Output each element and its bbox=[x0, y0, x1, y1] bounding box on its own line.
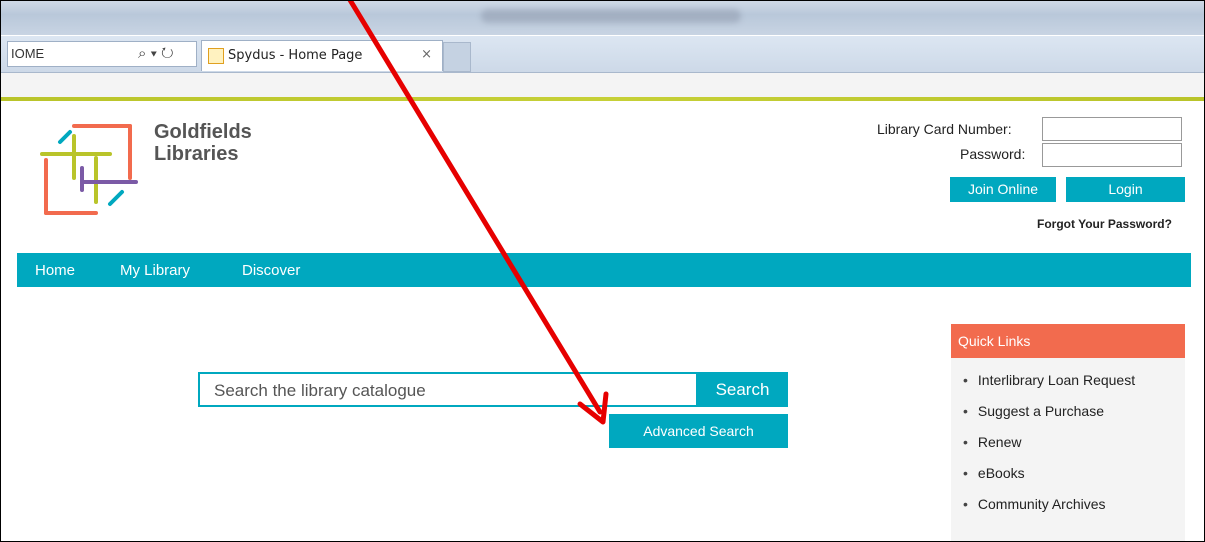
password-label: Password: bbox=[960, 146, 1026, 162]
address-bar-area: IOME ⌕ ▾ ↻ Spydus - Home Page × bbox=[1, 36, 1204, 73]
window-titlebar bbox=[1, 1, 1204, 35]
card-number-input[interactable] bbox=[1042, 117, 1182, 141]
goldfields-logo-icon bbox=[40, 124, 138, 215]
search-button[interactable]: Search bbox=[697, 372, 788, 407]
close-icon[interactable]: × bbox=[421, 47, 432, 62]
nav-item-my-library[interactable]: My Library bbox=[120, 262, 190, 279]
brand-line-2: Libraries bbox=[154, 143, 239, 165]
catalogue-search-input[interactable]: Search the library catalogue bbox=[198, 372, 698, 407]
advanced-search-button[interactable]: Advanced Search bbox=[609, 414, 788, 448]
top-accent-bar bbox=[1, 97, 1204, 101]
quick-link-community-archives[interactable]: Community Archives bbox=[963, 496, 1135, 527]
tab-title: Spydus - Home Page bbox=[228, 48, 363, 63]
new-tab-button[interactable] bbox=[443, 42, 471, 72]
address-input[interactable]: IOME ⌕ ▾ ↻ bbox=[7, 41, 197, 67]
blurred-title bbox=[481, 9, 741, 23]
browser-tab[interactable]: Spydus - Home Page × bbox=[201, 40, 443, 71]
quick-links-header: Quick Links bbox=[951, 324, 1185, 358]
quick-links-list: Interlibrary Loan Request Suggest a Purc… bbox=[963, 372, 1135, 527]
quick-links-panel: Quick Links Interlibrary Loan Request Su… bbox=[951, 324, 1185, 542]
quick-links-title: Quick Links bbox=[958, 333, 1031, 349]
address-text: IOME bbox=[11, 46, 45, 61]
brand-name: Goldfields Libraries bbox=[154, 121, 252, 165]
search-placeholder: Search the library catalogue bbox=[214, 381, 426, 400]
quick-link-interlibrary-loan[interactable]: Interlibrary Loan Request bbox=[963, 372, 1135, 403]
quick-link-ebooks[interactable]: eBooks bbox=[963, 465, 1135, 496]
search-icon[interactable]: ⌕ ▾ ↻ bbox=[138, 45, 174, 62]
quick-link-suggest-purchase[interactable]: Suggest a Purchase bbox=[963, 403, 1135, 434]
browser-toolbar bbox=[1, 73, 1204, 98]
brand-line-1: Goldfields bbox=[154, 121, 252, 143]
login-button[interactable]: Login bbox=[1066, 177, 1185, 202]
forgot-password-link[interactable]: Forgot Your Password? bbox=[1037, 217, 1172, 231]
quick-link-renew[interactable]: Renew bbox=[963, 434, 1135, 465]
card-number-label: Library Card Number: bbox=[877, 121, 1012, 137]
main-nav: Home My Library Discover bbox=[17, 253, 1191, 287]
nav-item-home[interactable]: Home bbox=[35, 262, 75, 279]
password-input[interactable] bbox=[1042, 143, 1182, 167]
join-online-button[interactable]: Join Online bbox=[950, 177, 1056, 202]
nav-item-discover[interactable]: Discover bbox=[242, 262, 300, 279]
favicon-icon bbox=[208, 48, 224, 64]
